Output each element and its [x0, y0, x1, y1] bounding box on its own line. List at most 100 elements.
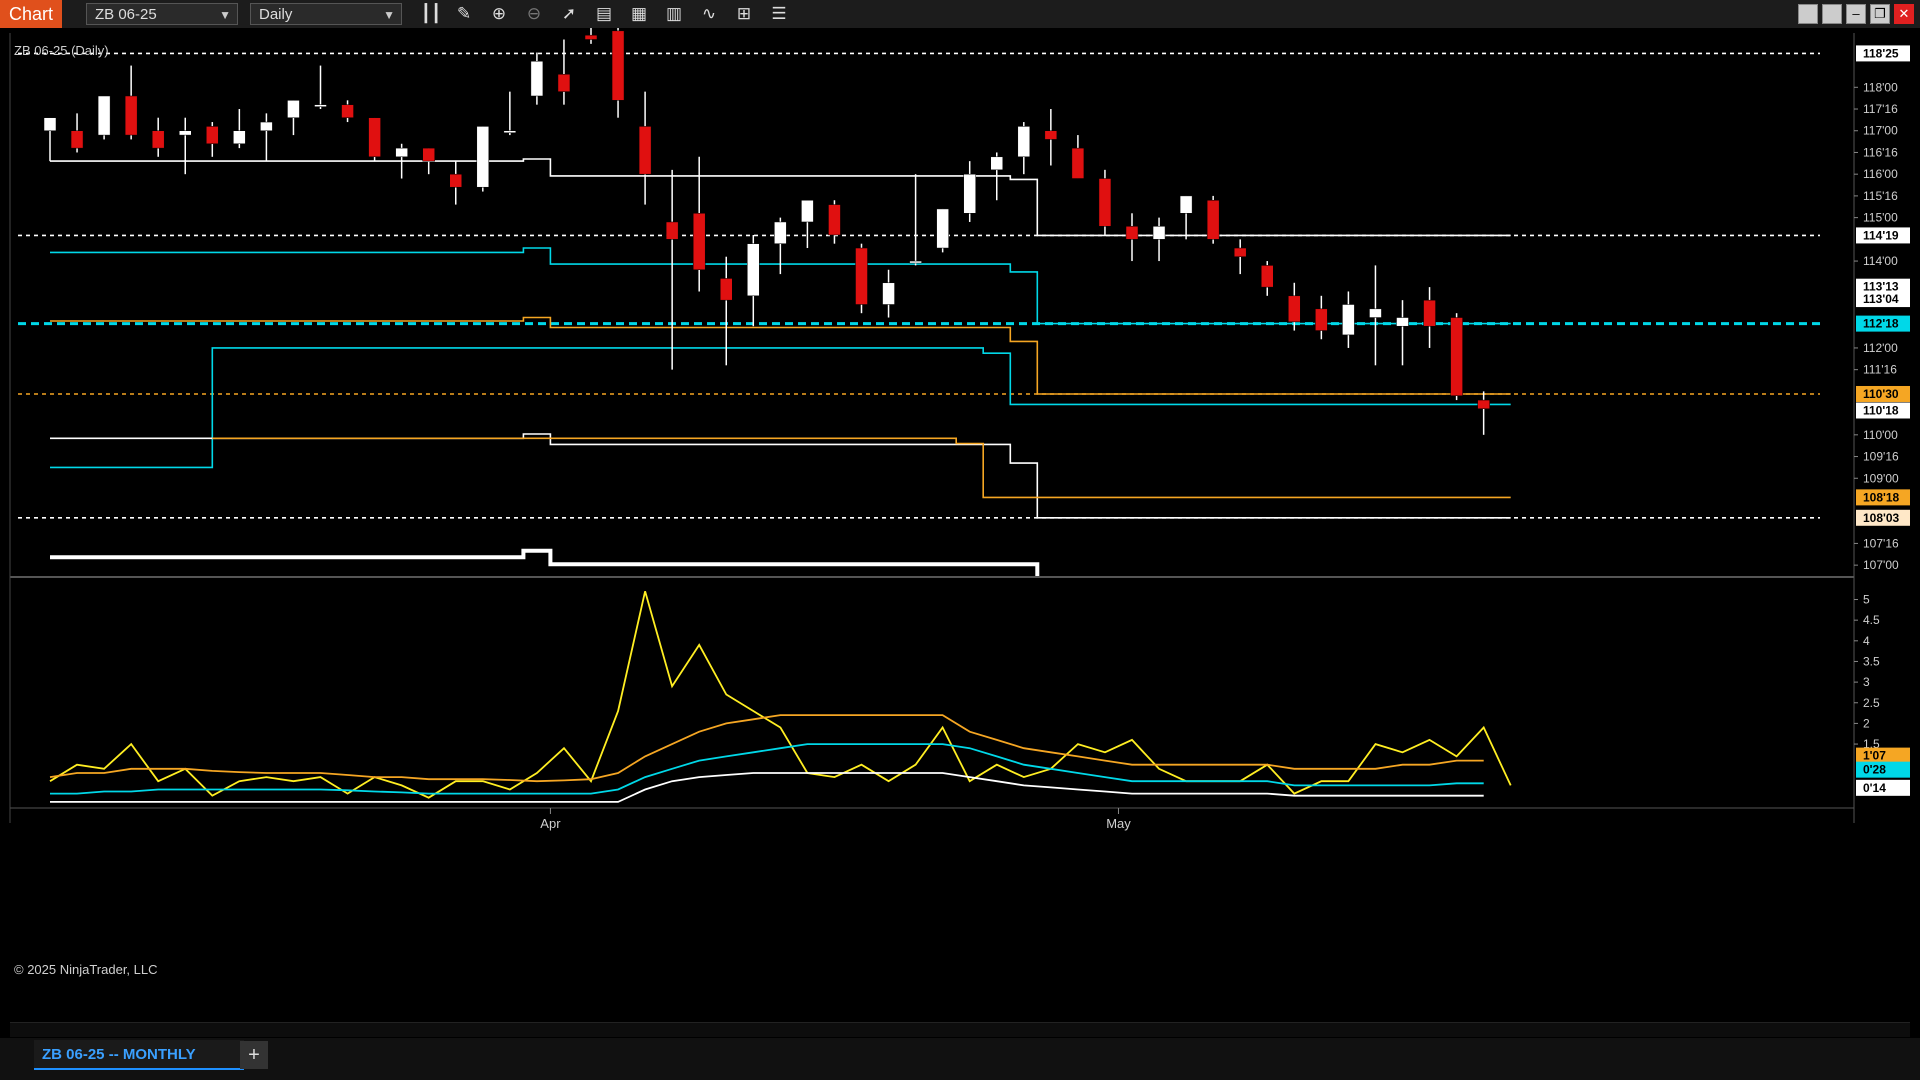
- bar-type-icon[interactable]: ┃┃: [419, 3, 443, 25]
- candle-body: [1233, 247, 1247, 257]
- interval-selector[interactable]: Daily ▼: [250, 3, 402, 25]
- candle-body: [503, 130, 517, 133]
- time-tick-label: Apr: [540, 816, 561, 831]
- candle: [1206, 195, 1220, 244]
- copyright-text: © 2025 NinjaTrader, LLC: [14, 962, 158, 977]
- candle-body: [341, 104, 354, 118]
- candle-body: [584, 34, 598, 40]
- tab-zb-monthly[interactable]: ZB 06-25 -- MONTHLY: [34, 1040, 244, 1070]
- candle-body: [124, 95, 138, 136]
- chart-toolbar: Chart ZB 06-25 ▼ Daily ▼ ┃┃ ✎ ⊕ ⊖ ➚ ▤ ▦ …: [0, 0, 1920, 29]
- price-tick-label: 109'16: [1863, 450, 1899, 464]
- candle-body: [1369, 308, 1382, 318]
- price-badge-label: 110'18: [1863, 403, 1899, 417]
- candle-body: [70, 130, 84, 149]
- price-badge-label: 118'25: [1863, 46, 1899, 60]
- add-tab-icon[interactable]: +: [240, 1041, 268, 1069]
- close-button[interactable]: ✕: [1894, 4, 1914, 24]
- pointer-icon[interactable]: ➚: [557, 3, 581, 25]
- candle-body: [1125, 226, 1139, 240]
- price-badge-label: 108'18: [1863, 490, 1900, 504]
- price-tick-label: 112'00: [1863, 341, 1898, 355]
- candle-body: [260, 121, 273, 131]
- indicator-badge-label: 0'14: [1863, 781, 1886, 795]
- indicator-badge-label: 1'07: [1863, 749, 1886, 763]
- price-tick-label: 115'00: [1863, 211, 1898, 225]
- candle-body: [233, 130, 246, 145]
- properties-icon[interactable]: ▦: [627, 3, 651, 25]
- price-badge-label: 110'30: [1863, 387, 1899, 401]
- candle: [476, 126, 490, 192]
- candle-body: [909, 260, 922, 264]
- price-tick-label: 109'00: [1863, 471, 1899, 485]
- indicator-tick-label: 2.5: [1863, 696, 1880, 710]
- draw-pencil-icon[interactable]: ✎: [452, 3, 476, 25]
- candle-body: [936, 208, 949, 249]
- minimize-button[interactable]: –: [1846, 4, 1866, 24]
- indicator-tick-label: 5: [1863, 593, 1870, 607]
- candle-body: [801, 199, 814, 223]
- candle-body: [530, 60, 544, 97]
- restore-window-icon[interactable]: [1822, 4, 1842, 24]
- tile-window-icon[interactable]: [1798, 4, 1818, 24]
- strategies-icon[interactable]: ▥: [662, 3, 686, 25]
- tab-bar: [0, 1038, 1920, 1080]
- indicators-icon[interactable]: ∿: [697, 3, 721, 25]
- candle-body: [1450, 317, 1463, 396]
- candle-body: [1098, 178, 1112, 227]
- candle-body: [557, 74, 571, 92]
- candle-body: [476, 126, 490, 188]
- chart-window-label[interactable]: Chart: [0, 0, 62, 28]
- zoom-in-icon[interactable]: ⊕: [487, 3, 511, 25]
- candle-body: [855, 247, 868, 305]
- candle-body: [990, 156, 1003, 171]
- candle-body: [395, 147, 408, 158]
- candle-body: [97, 95, 111, 136]
- zoom-out-icon[interactable]: ⊖: [522, 3, 546, 25]
- price-tick-label: 115'16: [1863, 189, 1898, 203]
- price-tick-label: 117'16: [1863, 102, 1898, 116]
- candle-body: [179, 130, 192, 136]
- candle: [97, 95, 111, 140]
- candle-body: [368, 117, 381, 158]
- draw-objects-icon[interactable]: ⊞: [732, 3, 756, 25]
- candle-body: [1044, 130, 1058, 140]
- price-badge-label: 114'19: [1863, 228, 1899, 242]
- maximize-button[interactable]: ❐: [1870, 4, 1890, 24]
- price-tick-label: 118'00: [1863, 80, 1898, 94]
- candle-body: [611, 30, 625, 101]
- candle-body: [720, 278, 733, 301]
- candle-body: [665, 221, 679, 240]
- candle-body: [1288, 295, 1301, 323]
- horizontal-scrollbar[interactable]: [10, 1022, 1910, 1037]
- candle-body: [1315, 308, 1328, 331]
- candle-body: [206, 126, 219, 145]
- candle-body: [1017, 126, 1031, 158]
- candle-body: [1342, 304, 1355, 336]
- indicator-tick-label: 4.5: [1863, 613, 1880, 627]
- list-icon[interactable]: ☰: [767, 3, 791, 25]
- chart-canvas[interactable]: 118'00 117'16 117'00 116'16 116'00 115'16 115'…: [0, 28, 1920, 1028]
- candle: [1450, 313, 1463, 401]
- candle-body: [692, 213, 706, 270]
- interval-value: Daily: [259, 6, 293, 23]
- candle-body: [1179, 195, 1193, 214]
- candle: [855, 243, 868, 314]
- price-tick-label: 110'00: [1863, 428, 1898, 442]
- candle-body: [1206, 199, 1220, 240]
- indicator-tick-label: 2: [1863, 716, 1870, 730]
- chevron-down-icon: ▼: [383, 8, 395, 22]
- price-badge-label: 113'04: [1863, 292, 1899, 306]
- candle-body: [1477, 399, 1490, 410]
- candle-body: [963, 173, 976, 214]
- data-box-icon[interactable]: ▤: [592, 3, 616, 25]
- instrument-selector[interactable]: ZB 06-25 ▼: [86, 3, 238, 25]
- candle-body: [151, 130, 165, 149]
- candle-body: [314, 104, 327, 107]
- indicator-tick-label: 3.5: [1863, 654, 1880, 668]
- price-tick-label: 117'00: [1863, 124, 1898, 138]
- price-tick-label: 114'00: [1863, 254, 1898, 268]
- candle-body: [43, 117, 57, 131]
- candle-body: [1396, 317, 1409, 327]
- instrument-value: ZB 06-25: [95, 6, 157, 23]
